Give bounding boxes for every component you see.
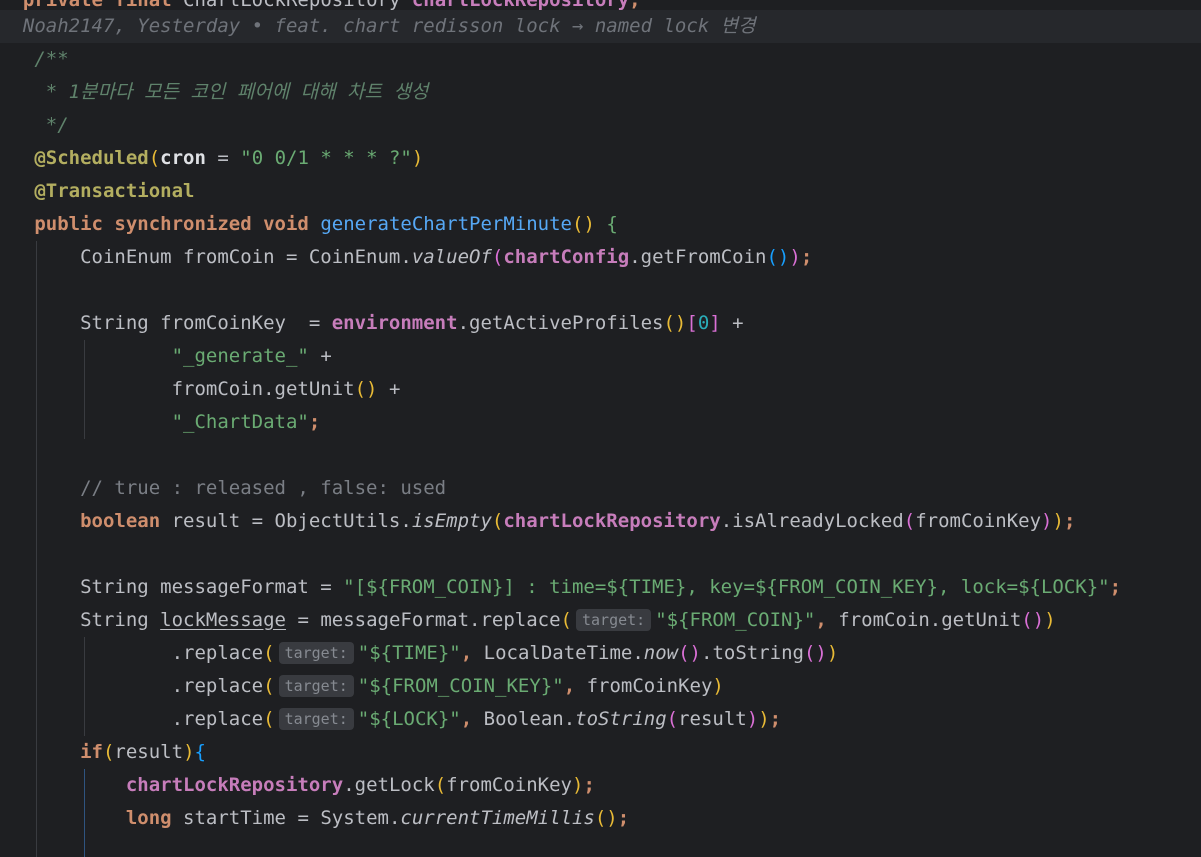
code-line-boolean-result[interactable]: boolean result = ObjectUtils.isEmpty(cha…: [0, 505, 1201, 538]
scheduled-annotation: @Scheduled: [34, 147, 149, 169]
code-line-replace-lock[interactable]: .replace(target: "${LOCK}", Boolean.toStr…: [0, 703, 1201, 736]
code-line-if-result[interactable]: if(result){: [0, 736, 1201, 769]
doc-comment-start: /**: [34, 48, 69, 70]
indent-guide: [84, 637, 85, 736]
code-line-from-coin[interactable]: CoinEnum fromCoin = CoinEnum.valueOf(cha…: [0, 241, 1201, 274]
code-line-replace-key[interactable]: .replace(target: "${FROM_COIN_KEY}", from…: [0, 670, 1201, 703]
indent-guide: [84, 340, 85, 439]
transactional-annotation: @Transactional: [34, 180, 195, 202]
git-blame-annotation[interactable]: Noah2147, Yesterday • feat. chart rediss…: [0, 10, 1201, 43]
code-line-generate-string[interactable]: "_generate_" +: [0, 340, 1201, 373]
code-line-get-lock[interactable]: chartLockRepository.getLock(fromCoinKey)…: [0, 769, 1201, 802]
blame-text: Noah2147, Yesterday • feat. chart rediss…: [22, 15, 756, 37]
indent-guide: [84, 769, 85, 857]
doc-comment-body: * 1분마다 모든 코인 페어에 대해 차트 생성: [34, 81, 429, 103]
doc-comment-end: */: [34, 114, 69, 136]
parameter-hint: target:: [576, 609, 652, 631]
code-line-method-signature[interactable]: public synchronized void generateChartPe…: [0, 208, 1201, 241]
parameter-hint: target:: [278, 642, 354, 664]
code-line-scheduled-annotation[interactable]: @Scheduled(cron = "0 0/1 * * * ?"): [0, 142, 1201, 175]
code-line-get-unit[interactable]: fromCoin.getUnit() +: [0, 373, 1201, 406]
code-line-replace-time[interactable]: .replace(target: "${TIME}", LocalDateTime…: [0, 637, 1201, 670]
code-comment: // true : released , false: used: [80, 477, 447, 499]
method-name: generateChartPerMinute: [320, 213, 572, 235]
code-line-from-coin-key[interactable]: String fromCoinKey = environment.getActi…: [0, 307, 1201, 340]
code-line-transactional-annotation[interactable]: @Transactional: [0, 175, 1201, 208]
code-line-chart-data-string[interactable]: "_ChartData";: [0, 406, 1201, 439]
indent-guide: [36, 241, 37, 857]
code-line-start-time[interactable]: long startTime = System.currentTimeMilli…: [0, 802, 1201, 835]
code-editor[interactable]: private final ChartLockRepository chartL…: [0, 0, 1201, 857]
parameter-hint: target:: [278, 708, 354, 730]
code-line-lock-message[interactable]: String lockMessage = messageFormat.repla…: [0, 604, 1201, 637]
code-line-message-format[interactable]: String messageFormat = "[${FROM_COIN}] :…: [0, 571, 1201, 604]
parameter-hint: target:: [278, 675, 354, 697]
